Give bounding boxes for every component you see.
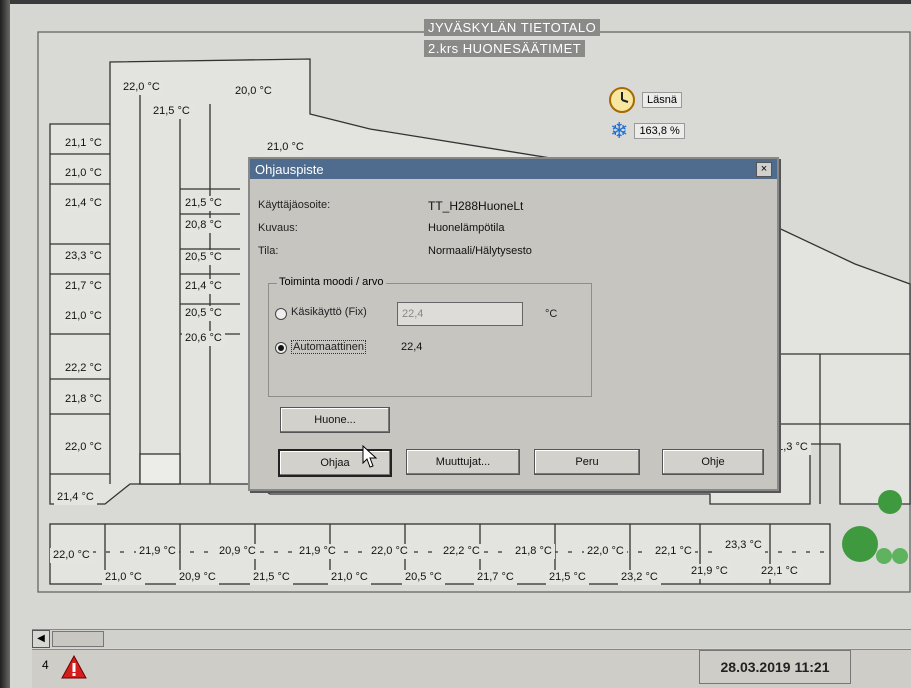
room-temperature-label[interactable]: 21,0 °C: [62, 166, 105, 181]
room-temperature-label[interactable]: 22,1 °C: [758, 564, 801, 579]
auto-mode-label[interactable]: Automaattinen: [291, 340, 366, 354]
cooling-status[interactable]: ❄ 163,8 %: [610, 118, 685, 144]
room-temperature-label[interactable]: 20,0 °C: [232, 84, 275, 99]
floor-title: 2.krs HUONESÄÄTIMET: [424, 40, 586, 57]
mouse-cursor-icon: [362, 445, 378, 468]
control-point-dialog: Ohjauspiste × Käyttäjäosoite: TT_H288Huo…: [248, 157, 779, 491]
auto-mode-value: 22,4: [401, 341, 423, 353]
close-icon[interactable]: ×: [756, 161, 772, 177]
user-address-value: TT_H288HuoneLt: [428, 199, 524, 213]
horizontal-scrollbar[interactable]: ◀: [32, 629, 911, 648]
dialog-title: Ohjauspiste: [255, 161, 324, 177]
room-temperature-label[interactable]: 21,0 °C: [264, 140, 307, 155]
room-temperature-label[interactable]: 21,9 °C: [688, 564, 731, 579]
cancel-button[interactable]: Peru: [534, 449, 640, 475]
room-temperature-label[interactable]: 21,7 °C: [62, 279, 105, 294]
date-time: 28.03.2019 11:21: [699, 650, 851, 684]
room-temperature-label[interactable]: 22,0 °C: [120, 80, 163, 95]
room-temperature-label[interactable]: 22,0 °C: [368, 544, 411, 559]
variables-button[interactable]: Muuttujat...: [406, 449, 520, 475]
room-temperature-label[interactable]: 20,5 °C: [402, 570, 445, 585]
description-label: Kuvaus:: [258, 222, 298, 234]
room-temperature-label[interactable]: 21,1 °C: [62, 136, 105, 151]
manual-mode-radio[interactable]: [275, 308, 287, 320]
room-button[interactable]: Huone...: [280, 407, 390, 433]
alarm-count: 4: [42, 658, 49, 672]
room-temperature-label[interactable]: 21,5 °C: [250, 570, 293, 585]
room-temperature-label[interactable]: 22,0 °C: [50, 548, 93, 563]
clock-icon: [609, 87, 635, 113]
room-temperature-label[interactable]: 21,4 °C: [182, 279, 225, 294]
room-temperature-label[interactable]: 21,5 °C: [182, 196, 225, 211]
room-temperature-label[interactable]: 22,2 °C: [62, 361, 105, 376]
room-temperature-label[interactable]: 22,0 °C: [584, 544, 627, 559]
room-temperature-label[interactable]: 20,8 °C: [182, 218, 225, 233]
room-temperature-label[interactable]: 21,0 °C: [328, 570, 371, 585]
room-temperature-label[interactable]: 20,6 °C: [182, 331, 225, 346]
mode-group-label: Toiminta moodi / arvo: [277, 276, 386, 288]
room-temperature-label[interactable]: 22,2 °C: [440, 544, 483, 559]
room-temperature-label[interactable]: 21,9 °C: [296, 544, 339, 559]
manual-value-input[interactable]: [397, 302, 523, 326]
room-temperature-label[interactable]: 21,8 °C: [512, 544, 555, 559]
mode-groupbox: Toiminta moodi / arvo Käsikäyttö (Fix) °…: [268, 276, 592, 397]
room-temperature-label[interactable]: 23,3 °C: [722, 538, 765, 553]
building-title: JYVÄSKYLÄN TIETOTALO: [424, 19, 601, 36]
room-temperature-label[interactable]: 21,4 °C: [62, 196, 105, 211]
manual-mode-label[interactable]: Käsikäyttö (Fix): [291, 306, 367, 318]
manual-unit: °C: [545, 308, 558, 320]
room-temperature-label[interactable]: 21,0 °C: [62, 309, 105, 324]
room-temperature-label[interactable]: 21,7 °C: [474, 570, 517, 585]
presence-label: Läsnä: [642, 92, 682, 108]
room-temperature-label[interactable]: 21,8 °C: [62, 392, 105, 407]
scroll-thumb[interactable]: [52, 631, 104, 647]
state-label: Tila:: [258, 245, 279, 257]
room-temperature-label[interactable]: 20,9 °C: [176, 570, 219, 585]
snowflake-icon: ❄: [610, 118, 629, 143]
monitor-bezel: [0, 0, 10, 688]
state-value: Normaali/Hälytysesto: [428, 245, 532, 257]
auto-mode-radio[interactable]: [275, 342, 287, 354]
user-address-label: Käyttäjäosoite:: [258, 199, 331, 211]
room-temperature-label[interactable]: 21,4 °C: [54, 490, 97, 505]
screen: JYVÄSKYLÄN TIETOTALO 2.krs HUONESÄÄTIMET…: [10, 4, 911, 688]
room-temperature-label[interactable]: 23,2 °C: [618, 570, 661, 585]
room-temperature-label[interactable]: 21,9 °C: [136, 544, 179, 559]
room-temperature-label[interactable]: 23,3 °C: [62, 249, 105, 264]
help-button[interactable]: Ohje: [662, 449, 764, 475]
room-temperature-label[interactable]: 20,5 °C: [182, 250, 225, 265]
description-value: Huonelämpötila: [428, 222, 505, 234]
room-temperature-label[interactable]: 21,5 °C: [150, 104, 193, 119]
scroll-left-icon[interactable]: ◀: [32, 630, 50, 648]
cooling-value: 163,8 %: [634, 123, 685, 139]
alarm-warning-icon[interactable]: [60, 654, 88, 680]
dialog-titlebar[interactable]: Ohjauspiste ×: [250, 159, 777, 179]
status-bar: 4 28.03.2019 11:21: [32, 649, 911, 688]
room-temperature-label[interactable]: 21,0 °C: [102, 570, 145, 585]
room-temperature-label[interactable]: 22,1 °C: [652, 544, 695, 559]
room-temperature-label[interactable]: 20,5 °C: [182, 306, 225, 321]
room-temperature-label[interactable]: 22,0 °C: [62, 440, 105, 455]
presence-status[interactable]: Läsnä: [608, 86, 682, 114]
room-temperature-label[interactable]: 21,5 °C: [546, 570, 589, 585]
room-temperature-label[interactable]: 20,9 °C: [216, 544, 259, 559]
